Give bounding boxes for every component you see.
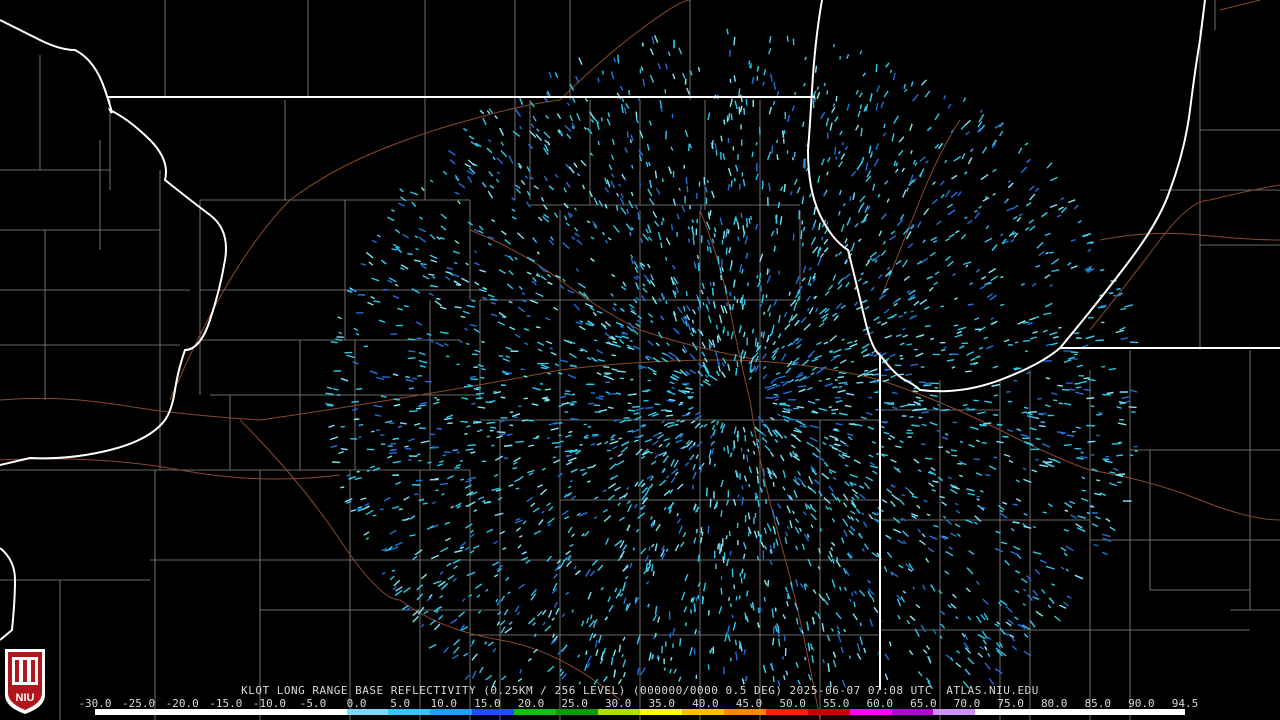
- scale-swatch: [849, 709, 892, 715]
- scale-swatch: [639, 709, 682, 715]
- scale-swatch: [95, 709, 137, 715]
- color-scale-bar: [95, 709, 1185, 715]
- scale-swatch: [388, 709, 431, 715]
- product-caption: KLOT LONG RANGE BASE REFLECTIVITY (0.25K…: [241, 684, 1039, 697]
- scale-swatch: [598, 709, 640, 715]
- niu-logo: NIU: [3, 647, 47, 715]
- radar-map: [0, 0, 1280, 720]
- scale-swatch: [514, 709, 557, 715]
- scale-swatch: [681, 709, 724, 715]
- radar-map-canvas: [0, 0, 1280, 720]
- scale-swatch: [556, 709, 599, 715]
- scale-swatch: [472, 709, 515, 715]
- scale-swatch: [933, 709, 976, 715]
- scale-swatch: [975, 709, 1018, 715]
- scale-swatch: [136, 709, 179, 715]
- scale-swatch: [262, 709, 305, 715]
- scale-swatch: [1059, 709, 1102, 715]
- scale-swatch: [1101, 709, 1144, 715]
- color-scale-labels: -30.0 -25.0 -20.0 -15.0 -10.0 -5.0 0.0 5.0 10.0 1…: [78, 697, 1198, 710]
- scale-swatch: [178, 709, 221, 715]
- scale-swatch: [891, 709, 934, 715]
- scale-swatch: [1017, 709, 1060, 715]
- scale-swatch: [346, 709, 389, 715]
- scale-swatch: [765, 709, 808, 715]
- scale-swatch: [430, 709, 473, 715]
- scale-swatch: [304, 709, 347, 715]
- scale-swatch: [807, 709, 850, 715]
- scale-swatch: [220, 709, 263, 715]
- scale-swatch: [723, 709, 766, 715]
- scale-swatch: [1143, 709, 1185, 715]
